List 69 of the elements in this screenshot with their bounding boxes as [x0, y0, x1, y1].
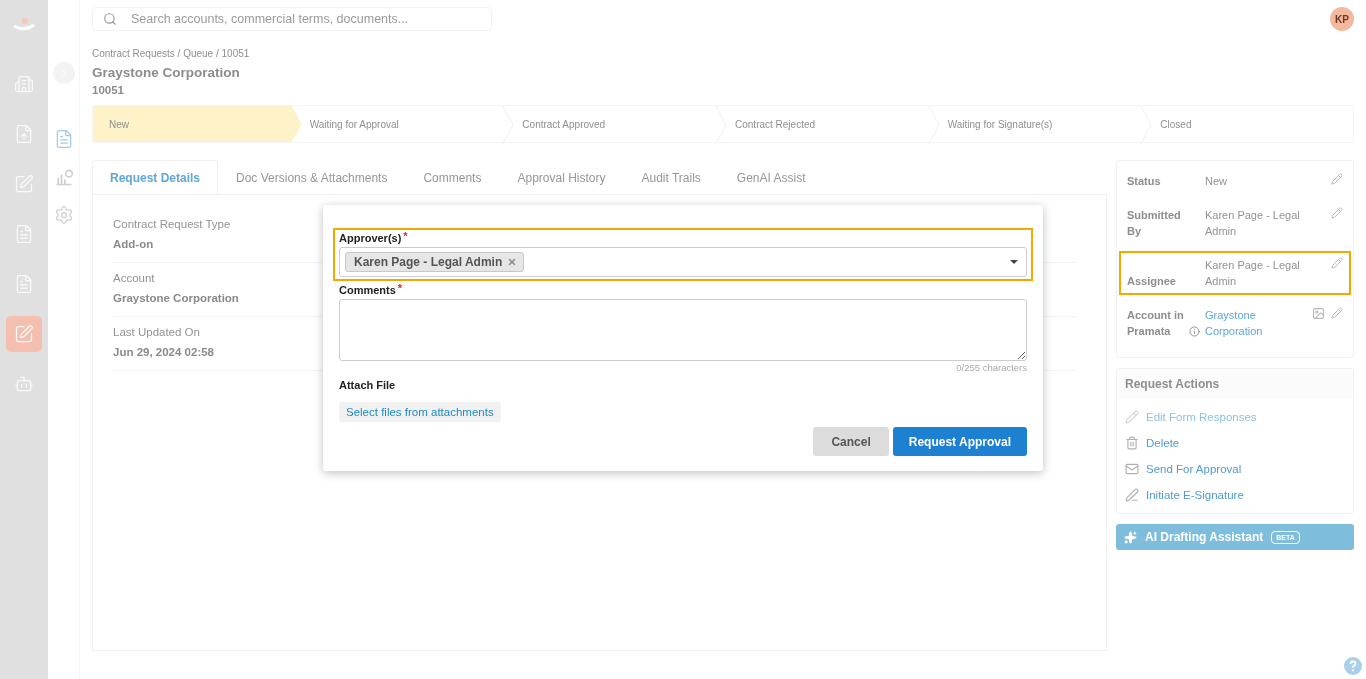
file-upload-icon — [14, 124, 34, 144]
signature-icon — [1125, 488, 1139, 502]
building-icon — [14, 74, 34, 94]
help-icon[interactable] — [1344, 657, 1362, 675]
edit-document-icon — [14, 174, 34, 194]
field-label: Account — [113, 272, 155, 284]
field-value: Karen Page - Legal Admin — [1205, 208, 1301, 239]
required-mark: * — [397, 284, 403, 296]
edit-document-icon — [14, 324, 34, 344]
button-label: AI Drafting Assistant — [1145, 530, 1264, 544]
cancel-button[interactable]: Cancel — [813, 427, 889, 456]
field-label: Account in Pramata — [1127, 308, 1185, 339]
comments-field[interactable] — [339, 299, 1027, 361]
search-placeholder: Search accounts, commercial terms, documents... — [131, 12, 409, 26]
settings-icon — [53, 205, 74, 225]
field-label: Approver(s) — [339, 232, 402, 244]
action-link[interactable]: Send For Approval — [1117, 457, 1353, 483]
trash-icon — [1125, 436, 1139, 450]
select-files-button[interactable]: Select files from attachments — [339, 402, 501, 422]
status-step: New — [93, 106, 302, 142]
document-icon — [14, 224, 34, 244]
edit-icon — [1331, 207, 1343, 219]
field-label: Attach File — [339, 379, 396, 391]
required-mark: * — [403, 232, 408, 244]
robot-icon — [14, 374, 34, 394]
edit-icon — [1331, 257, 1343, 269]
logo-icon — [12, 18, 36, 32]
field-label: Submitted By — [1127, 208, 1182, 239]
edit-icon — [1331, 173, 1343, 185]
field-label: Contract Request Type — [113, 218, 231, 230]
status-step: Waiting for Approval — [301, 106, 503, 142]
approver-tag[interactable]: Karen Page - Legal Admin — [345, 252, 525, 272]
character-counter: 0/255 characters — [956, 362, 1027, 373]
tab[interactable]: Request Details — [92, 160, 219, 194]
field-label: Assignee — [1127, 274, 1176, 289]
status-step: Waiting for Signature(s) — [939, 106, 1141, 142]
field-value: Add-on — [113, 238, 154, 250]
status-step: Closed — [1152, 106, 1354, 142]
request-approval-button[interactable]: Request Approval — [892, 427, 1027, 456]
page-title: Graystone Corporation — [92, 65, 241, 80]
field-value: New — [1205, 174, 1228, 189]
remove-icon — [507, 257, 518, 267]
user-avatar[interactable]: KP — [1330, 7, 1354, 31]
sparkle-icon — [1124, 530, 1137, 544]
action-link[interactable]: Delete — [1117, 431, 1353, 457]
search-icon — [103, 12, 117, 26]
search-field[interactable]: Search accounts, commercial terms, documents... — [92, 7, 492, 31]
caret-icon — [1010, 260, 1018, 264]
edit-icon — [1331, 307, 1343, 319]
pencil-icon — [1125, 410, 1139, 424]
field-value: Graystone Corporation — [113, 292, 239, 304]
status-step: Contract Rejected — [727, 106, 928, 142]
info-icon — [1189, 326, 1200, 337]
field-value: Karen Page - Legal Admin — [1205, 258, 1301, 289]
field-label: Comments — [339, 284, 396, 296]
request-id: 10051 — [92, 84, 125, 96]
field-value: Jun 29, 2024 02:58 — [113, 346, 214, 358]
field-label: Status — [1127, 174, 1161, 189]
breadcrumb: Contract Requests / Queue / 10051 — [92, 48, 251, 59]
account-link[interactable]: Graystone Corporation — [1205, 307, 1303, 339]
image-icon — [1312, 307, 1325, 320]
nav-item[interactable] — [6, 316, 42, 352]
card-title: Request Actions — [1117, 369, 1353, 399]
mail-icon — [1125, 462, 1139, 476]
approver-select[interactable]: Karen Page - Legal Admin — [339, 247, 1027, 277]
status-step: Contract Approved — [514, 106, 715, 142]
action-link[interactable]: Initiate E-Signature — [1117, 483, 1353, 509]
field-label: Last Updated On — [113, 326, 200, 338]
document-icon — [14, 274, 34, 294]
